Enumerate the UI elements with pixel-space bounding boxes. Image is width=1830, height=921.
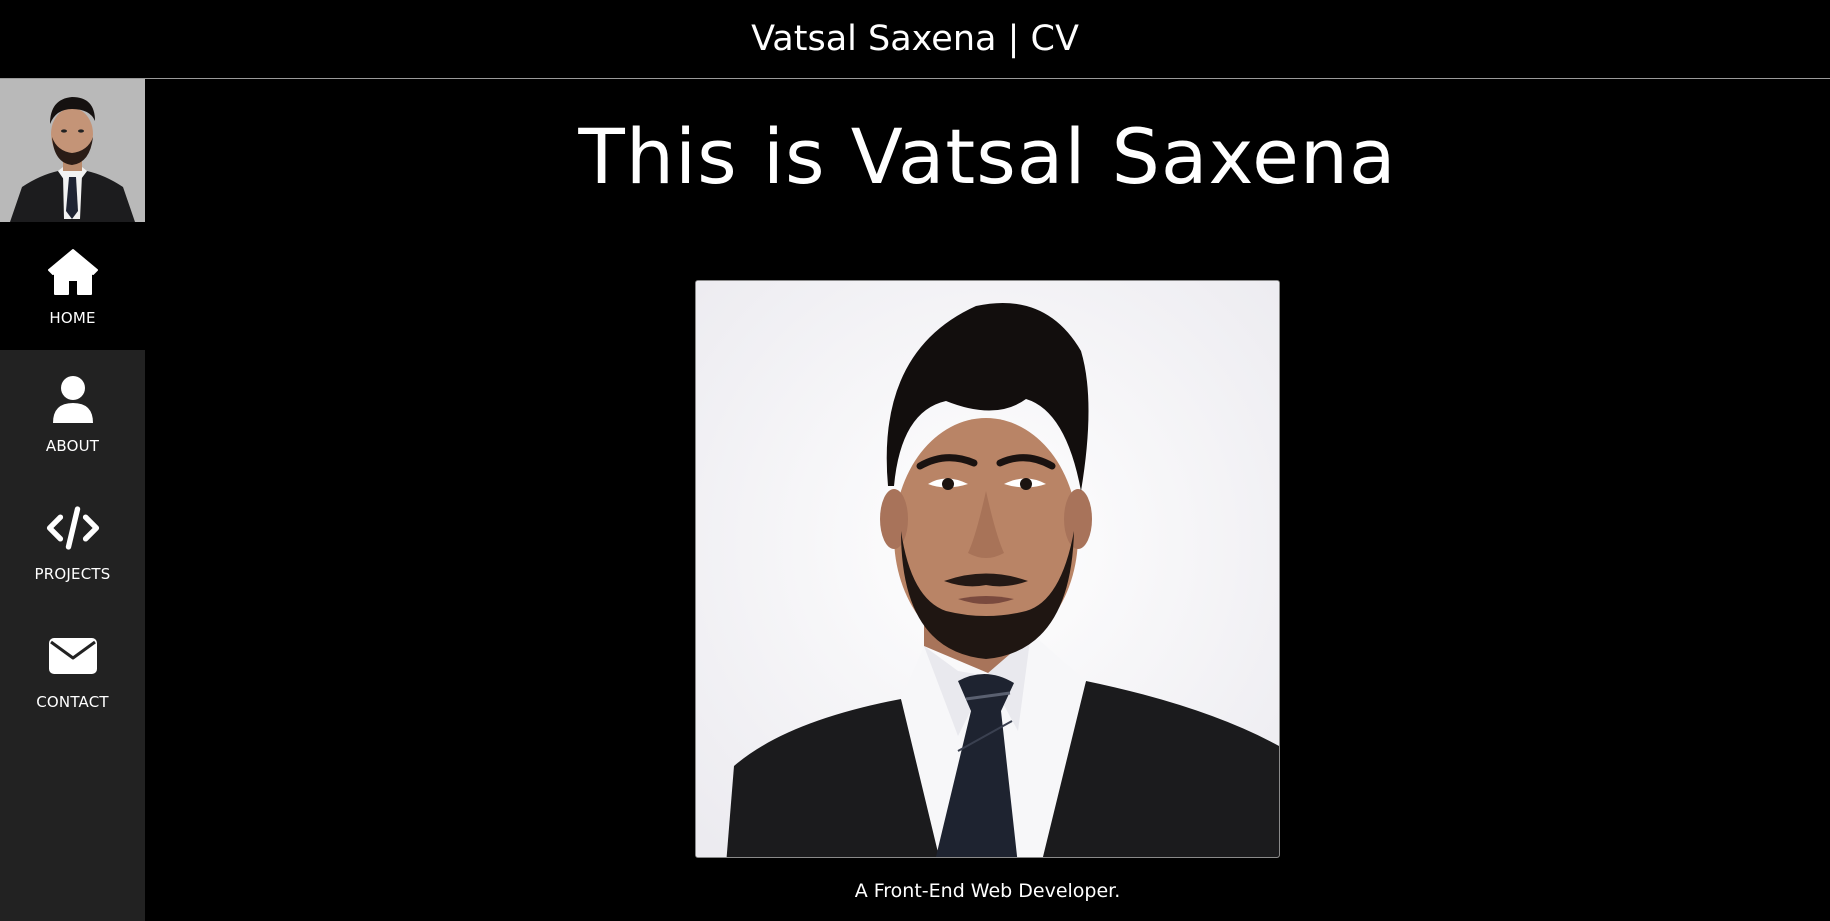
- nav-item-about[interactable]: ABOUT: [0, 350, 145, 478]
- main-content: This is Vatsal Saxena A Front-End Web De…: [145, 79, 1830, 921]
- avatar: [0, 79, 145, 222]
- code-icon: [46, 501, 100, 555]
- top-bar: Vatsal Saxena | CV: [0, 0, 1830, 79]
- portrait-photo: [695, 279, 1280, 858]
- nav-item-contact[interactable]: CONTACT: [0, 606, 145, 734]
- sidebar: HOME ABOUT PROJECTS CONTACT: [0, 79, 145, 921]
- nav-label-projects: PROJECTS: [34, 565, 111, 583]
- nav-item-projects[interactable]: PROJECTS: [0, 478, 145, 606]
- home-icon: [46, 245, 100, 299]
- tagline: A Front-End Web Developer.: [854, 880, 1121, 902]
- nav-item-home[interactable]: HOME: [0, 222, 145, 350]
- nav-label-contact: CONTACT: [36, 693, 109, 711]
- envelope-icon: [46, 629, 100, 683]
- page-headline: This is Vatsal Saxena: [578, 112, 1397, 201]
- nav-label-about: ABOUT: [45, 437, 100, 455]
- user-icon: [46, 373, 100, 427]
- nav-label-home: HOME: [49, 309, 96, 327]
- site-title: Vatsal Saxena | CV: [751, 19, 1079, 59]
